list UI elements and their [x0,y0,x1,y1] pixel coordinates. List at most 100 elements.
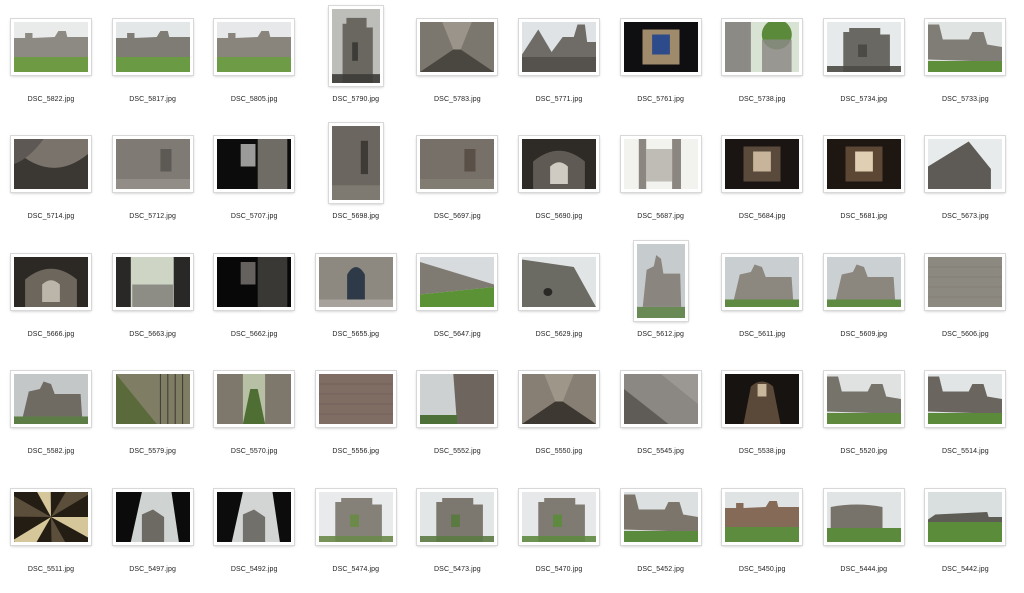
photo-item[interactable]: DSC_5473.jpg [406,476,508,593]
photo-filename[interactable]: DSC_5556.jpg [305,448,407,455]
photo-thumbnail[interactable] [925,489,1006,545]
photo-filename[interactable]: DSC_5738.jpg [711,96,813,103]
photo-thumbnail[interactable] [519,19,599,75]
photo-thumbnail[interactable] [328,6,383,86]
photo-thumbnail[interactable] [315,371,396,427]
photo-thumbnail[interactable] [112,19,193,75]
photo-filename[interactable]: DSC_5552.jpg [406,448,508,455]
photo-thumbnail[interactable] [11,19,91,75]
photo-thumbnail[interactable] [722,136,803,192]
photo-thumbnail[interactable] [620,489,701,545]
photo-filename[interactable]: DSC_5817.jpg [102,96,204,103]
photo-thumbnail[interactable] [620,19,701,75]
photo-filename[interactable]: DSC_5714.jpg [0,213,102,220]
photo-thumbnail[interactable] [823,489,904,545]
photo-filename[interactable]: DSC_5822.jpg [0,96,102,103]
photo-item[interactable]: DSC_5817.jpg [102,6,204,123]
photo-filename[interactable]: DSC_5492.jpg [203,566,305,573]
photo-item[interactable]: DSC_5663.jpg [102,241,204,358]
photo-thumbnail[interactable] [722,254,803,310]
photo-item[interactable]: DSC_5612.jpg [610,241,712,358]
photo-filename[interactable]: DSC_5698.jpg [305,213,407,220]
photo-item[interactable]: DSC_5714.jpg [0,123,102,240]
photo-item[interactable]: DSC_5690.jpg [508,123,610,240]
photo-thumbnail[interactable] [823,371,904,427]
photo-filename[interactable]: DSC_5697.jpg [406,213,508,220]
photo-item[interactable]: DSC_5579.jpg [102,358,204,475]
photo-filename[interactable]: DSC_5545.jpg [610,448,712,455]
photo-thumbnail[interactable] [519,371,599,427]
photo-item[interactable]: DSC_5606.jpg [914,241,1016,358]
photo-filename[interactable]: DSC_5733.jpg [914,96,1016,103]
photo-thumbnail[interactable] [112,136,193,192]
photo-thumbnail[interactable] [925,136,1006,192]
photo-thumbnail[interactable] [328,123,383,203]
photo-item[interactable]: DSC_5452.jpg [610,476,712,593]
photo-item[interactable]: DSC_5805.jpg [203,6,305,123]
photo-thumbnail[interactable] [519,489,599,545]
photo-item[interactable]: DSC_5681.jpg [813,123,915,240]
photo-filename[interactable]: DSC_5452.jpg [610,566,712,573]
photo-thumbnail[interactable] [633,241,688,321]
photo-thumbnail[interactable] [519,254,599,310]
photo-filename[interactable]: DSC_5514.jpg [914,448,1016,455]
photo-item[interactable]: DSC_5697.jpg [406,123,508,240]
photo-item[interactable]: DSC_5629.jpg [508,241,610,358]
photo-thumbnail[interactable] [620,136,701,192]
photo-filename[interactable]: DSC_5666.jpg [0,331,102,338]
photo-filename[interactable]: DSC_5470.jpg [508,566,610,573]
photo-thumbnail[interactable] [925,19,1006,75]
photo-item[interactable]: DSC_5655.jpg [305,241,407,358]
photo-item[interactable]: DSC_5673.jpg [914,123,1016,240]
photo-item[interactable]: DSC_5662.jpg [203,241,305,358]
photo-filename[interactable]: DSC_5663.jpg [102,331,204,338]
photo-item[interactable]: DSC_5582.jpg [0,358,102,475]
photo-item[interactable]: DSC_5822.jpg [0,6,102,123]
photo-filename[interactable]: DSC_5579.jpg [102,448,204,455]
photo-thumbnail[interactable] [925,254,1006,310]
photo-item[interactable]: DSC_5538.jpg [711,358,813,475]
photo-filename[interactable]: DSC_5687.jpg [610,213,712,220]
photo-item[interactable]: DSC_5570.jpg [203,358,305,475]
photo-item[interactable]: DSC_5712.jpg [102,123,204,240]
photo-filename[interactable]: DSC_5647.jpg [406,331,508,338]
photo-item[interactable]: DSC_5545.jpg [610,358,712,475]
photo-filename[interactable]: DSC_5629.jpg [508,331,610,338]
photo-item[interactable]: DSC_5647.jpg [406,241,508,358]
photo-thumbnail[interactable] [11,254,91,310]
photo-filename[interactable]: DSC_5511.jpg [0,566,102,573]
photo-item[interactable]: DSC_5450.jpg [711,476,813,593]
photo-item[interactable]: DSC_5733.jpg [914,6,1016,123]
photo-thumbnail[interactable] [417,136,498,192]
photo-thumbnail[interactable] [315,489,396,545]
photo-item[interactable]: DSC_5771.jpg [508,6,610,123]
photo-thumbnail[interactable] [315,254,396,310]
photo-filename[interactable]: DSC_5712.jpg [102,213,204,220]
photo-item[interactable]: DSC_5511.jpg [0,476,102,593]
photo-thumbnail[interactable] [417,254,498,310]
photo-item[interactable]: DSC_5492.jpg [203,476,305,593]
photo-item[interactable]: DSC_5707.jpg [203,123,305,240]
photo-filename[interactable]: DSC_5582.jpg [0,448,102,455]
photo-filename[interactable]: DSC_5771.jpg [508,96,610,103]
photo-thumbnail[interactable] [214,371,295,427]
photo-item[interactable]: DSC_5497.jpg [102,476,204,593]
photo-item[interactable]: DSC_5687.jpg [610,123,712,240]
photo-thumbnail[interactable] [823,254,904,310]
photo-item[interactable]: DSC_5520.jpg [813,358,915,475]
photo-filename[interactable]: DSC_5520.jpg [813,448,915,455]
photo-filename[interactable]: DSC_5783.jpg [406,96,508,103]
photo-thumbnail[interactable] [823,19,904,75]
photo-item[interactable]: DSC_5442.jpg [914,476,1016,593]
photo-filename[interactable]: DSC_5442.jpg [914,566,1016,573]
photo-thumbnail[interactable] [214,19,295,75]
photo-thumbnail[interactable] [112,371,193,427]
photo-thumbnail[interactable] [620,371,701,427]
photo-thumbnail[interactable] [823,136,904,192]
photo-filename[interactable]: DSC_5473.jpg [406,566,508,573]
photo-filename[interactable]: DSC_5681.jpg [813,213,915,220]
photo-item[interactable]: DSC_5611.jpg [711,241,813,358]
photo-item[interactable]: DSC_5552.jpg [406,358,508,475]
photo-thumbnail[interactable] [417,19,498,75]
photo-thumbnail[interactable] [11,489,91,545]
